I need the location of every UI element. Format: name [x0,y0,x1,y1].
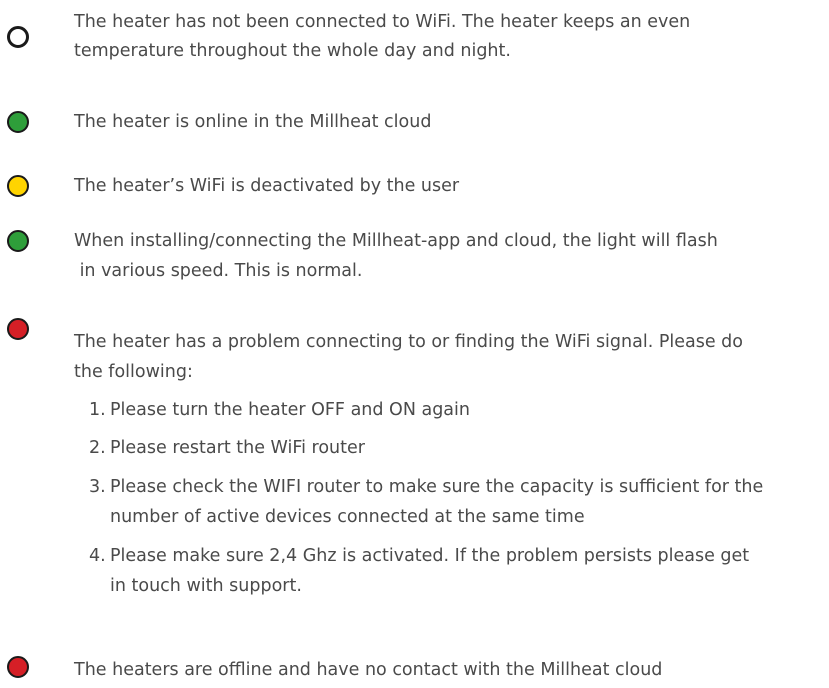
step-text: Please turn the heater OFF and ON again [110,400,470,420]
item-1-line-2: temperature throughout the whole day and… [74,41,511,61]
item-5-line-2: the following: [74,362,193,382]
indicator-green-icon [7,111,29,133]
step-1: 1. Please turn the heater OFF and ON agai… [89,396,826,425]
step-text: Please restart the WiFi router [110,438,365,458]
step-number: 1. [89,400,106,420]
step-3-continued: number of active devices connected at th… [110,507,585,527]
step-3: 3. Please check the WIFI router to make s… [89,473,826,502]
item-4-line-1: When installing/connecting the Millheat-… [74,231,718,251]
step-4: 4. Please make sure 2,4 Ghz is activated.… [89,542,826,571]
step-4-continued: in touch with support. [110,576,302,596]
indicator-red-icon [7,656,29,678]
indicator-red-icon [7,318,29,340]
item-1-line-1: The heater has not been connected to WiF… [74,12,691,32]
step-text: Please check the WIFI router to make sur… [110,477,764,497]
step-text: Please make sure 2,4 Ghz is activated. I… [110,546,750,566]
step-2: 2. Please restart the WiFi router [89,434,826,463]
indicator-green-icon [7,230,29,252]
step-number: 2. [89,438,106,458]
indicator-yellow-icon [7,175,29,197]
item-6-line-1: The heaters are offline and have no cont… [74,660,663,680]
item-5-line-1: The heater has a problem connecting to o… [74,332,743,352]
step-number: 3. [89,477,106,497]
item-2-line-1: The heater is online in the Millheat clo… [74,112,432,132]
item-3-line-1: The heater’s WiFi is deactivated by the … [74,176,460,196]
indicator-off-icon [7,26,29,48]
step-number: 4. [89,546,106,566]
item-4-line-2: in various speed. This is normal. [74,261,363,281]
